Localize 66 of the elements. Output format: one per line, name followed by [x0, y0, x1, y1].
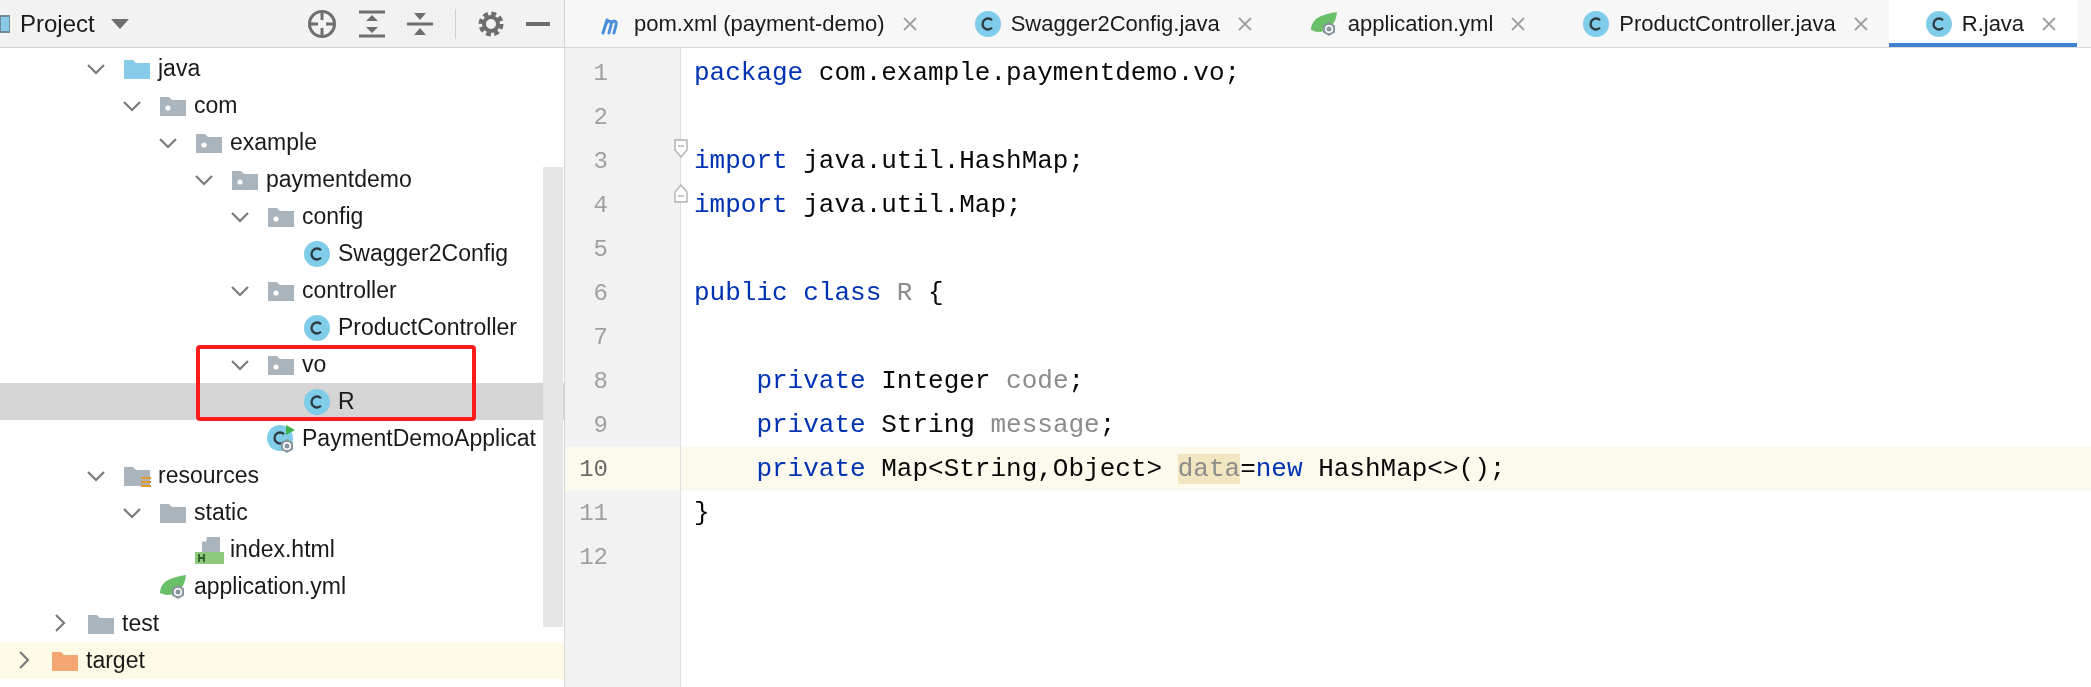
- html-file-icon: [194, 534, 224, 565]
- class-icon: [303, 239, 331, 268]
- tree-item[interactable]: static: [118, 498, 248, 527]
- close-icon[interactable]: [1852, 15, 1869, 32]
- line-number: 8: [592, 366, 609, 397]
- line-number: 2: [592, 102, 609, 133]
- line-number: 9: [592, 410, 609, 441]
- window-icon: [0, 13, 10, 34]
- close-icon[interactable]: [1510, 15, 1527, 32]
- tree-item[interactable]: example: [154, 128, 317, 157]
- tree-item[interactable]: java: [82, 54, 201, 83]
- class-icon: [303, 313, 331, 342]
- class-icon: [1582, 9, 1611, 38]
- tree-item[interactable]: config: [226, 202, 364, 231]
- class-icon: [973, 9, 1002, 38]
- tree-item[interactable]: target: [10, 646, 145, 675]
- code-line: package com.example.paymentdemo.vo;: [693, 57, 1242, 90]
- leaf-gear-icon: [1308, 9, 1339, 38]
- tree-item[interactable]: paymentdemo: [190, 165, 412, 194]
- editor-tab[interactable]: pom.xml (payment-demo): [565, 0, 938, 47]
- tree-item[interactable]: Swagger2Config: [262, 239, 509, 268]
- line-number: 10: [565, 447, 680, 491]
- class-icon: [1924, 9, 1953, 38]
- line-number: 12: [578, 542, 609, 573]
- settings-icon[interactable]: [478, 10, 504, 37]
- tree-item[interactable]: controller: [226, 276, 397, 305]
- panel-title[interactable]: Project: [20, 9, 95, 38]
- code-line: private String message;: [755, 409, 1117, 442]
- tree-item[interactable]: R: [262, 387, 355, 416]
- tree-item[interactable]: com: [118, 91, 238, 120]
- line-number: 4: [592, 190, 609, 221]
- code-line: import java.util.Map;: [693, 189, 1023, 222]
- editor-tab[interactable]: application.yml: [1272, 0, 1547, 47]
- fold-marker-icon[interactable]: [674, 139, 688, 159]
- code-line: private Integer code;: [755, 365, 1086, 398]
- code-line: import java.util.HashMap;: [693, 145, 1086, 178]
- editor-tab[interactable]: Swagger2Config.java: [937, 0, 1273, 47]
- line-number: 7: [592, 322, 609, 353]
- line-number: 6: [592, 278, 609, 309]
- expand-all-icon[interactable]: [359, 9, 385, 38]
- close-icon[interactable]: [2041, 15, 2058, 32]
- crosshair-icon[interactable]: [307, 8, 337, 39]
- editor-tab[interactable]: ProductController.java: [1546, 0, 1889, 47]
- tree-item[interactable]: index.html: [154, 535, 335, 564]
- editor-tab[interactable]: R.java: [1888, 0, 2078, 47]
- minimize-icon[interactable]: [526, 20, 550, 27]
- tree-item[interactable]: PaymentDemoApplicat: [226, 424, 536, 453]
- fold-marker-icon[interactable]: [674, 183, 688, 203]
- line-number: 1: [592, 58, 609, 89]
- tree-item[interactable]: application.yml: [118, 572, 347, 601]
- dropdown-icon[interactable]: [110, 17, 129, 30]
- code-line: }: [693, 497, 711, 530]
- line-number: 5: [592, 234, 609, 265]
- line-number: 3: [592, 146, 609, 177]
- close-icon[interactable]: [1236, 15, 1253, 32]
- tree-item[interactable]: test: [46, 609, 160, 638]
- close-icon[interactable]: [901, 15, 918, 32]
- spring-class-icon: [266, 423, 296, 454]
- tree-item[interactable]: resources: [82, 461, 259, 490]
- scrollbar-thumb[interactable]: [543, 167, 563, 627]
- tree-item[interactable]: ProductController: [262, 313, 517, 342]
- tree-item[interactable]: vo: [226, 350, 327, 379]
- leaf-gear-icon: [158, 572, 188, 601]
- code-line: public class R {: [693, 277, 945, 310]
- class-icon: [303, 387, 331, 416]
- line-number: 11: [578, 498, 609, 529]
